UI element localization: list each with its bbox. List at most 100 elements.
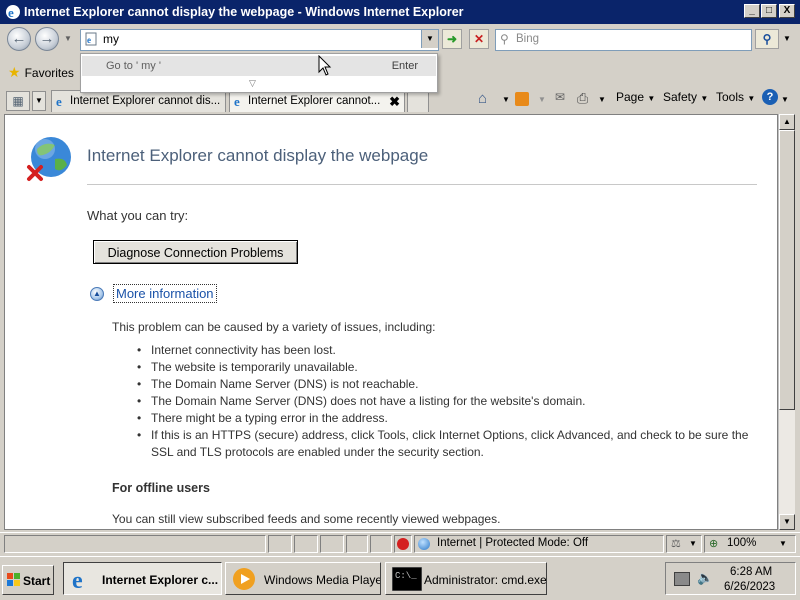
list-item: If this is an HTTPS (secure) address, cl…: [135, 427, 755, 461]
search-input[interactable]: ⚲ Bing: [495, 29, 752, 51]
go-button[interactable]: ➜: [442, 29, 462, 49]
clock-time[interactable]: 6:28 AM: [730, 566, 772, 578]
volume-icon[interactable]: 🔈: [697, 570, 713, 586]
svg-text:e: e: [72, 568, 83, 591]
close-tab-icon[interactable]: ✖: [389, 94, 400, 110]
address-dropdown-icon[interactable]: ▼: [421, 30, 438, 48]
taskbar-item-label: Internet Explorer c...: [102, 573, 219, 587]
svg-text:C:\_: C:\_: [395, 571, 417, 581]
diagnose-connection-button[interactable]: Diagnose Connection Problems: [93, 240, 298, 264]
ie-page-icon: e: [56, 94, 62, 108]
windows-flag-icon: [7, 573, 20, 586]
page-icon: e: [85, 32, 97, 46]
print-dropdown-icon[interactable]: ▼: [598, 95, 606, 104]
autocomplete-dropdown: Go to ' my ' Enter ▽: [80, 53, 438, 93]
tools-menu[interactable]: Tools ▼: [716, 90, 755, 104]
mail-icon[interactable]: ✉: [555, 90, 565, 104]
svg-text:e: e: [87, 35, 91, 45]
cause-list: Internet connectivity has been lost. The…: [135, 342, 755, 461]
window-title: Internet Explorer cannot display the web…: [24, 5, 464, 19]
tab-2[interactable]: e Internet Explorer cannot... ✖: [229, 90, 405, 112]
try-label: What you can try:: [87, 208, 189, 223]
favorites-button[interactable]: ★ Favorites: [8, 64, 74, 81]
safety-menu[interactable]: Safety ▼: [663, 90, 708, 104]
offline-heading: For offline users: [112, 481, 210, 495]
print-icon[interactable]: ⎙: [577, 90, 588, 107]
list-item: The Domain Name Server (DNS) does not ha…: [135, 393, 755, 410]
list-item: The website is temporarily unavailable.: [135, 359, 755, 376]
home-dropdown-icon[interactable]: ▼: [502, 95, 510, 104]
page-heading: Internet Explorer cannot display the web…: [87, 146, 429, 165]
help-icon[interactable]: ?: [762, 89, 778, 105]
page-menu[interactable]: Page ▼: [616, 90, 655, 104]
tab-list-button[interactable]: ▼: [32, 91, 46, 111]
search-button[interactable]: ⚲: [755, 29, 779, 49]
heading-divider: [87, 184, 757, 185]
list-item: The Domain Name Server (DNS) is not reac…: [135, 376, 755, 393]
expand-suggestions-icon[interactable]: ▽: [249, 78, 256, 89]
enter-hint: Enter: [391, 60, 418, 72]
internet-zone-icon: [418, 538, 430, 550]
tab-1[interactable]: e Internet Explorer cannot dis...: [51, 90, 226, 112]
feeds-icon[interactable]: [515, 92, 529, 106]
status-error-segment[interactable]: [394, 535, 412, 553]
chevron-down-icon: ▼: [647, 94, 656, 103]
address-input[interactable]: e my ▼: [80, 29, 439, 51]
scroll-up-icon[interactable]: ▲: [779, 114, 795, 130]
history-dropdown-icon[interactable]: ▼: [64, 34, 72, 43]
zoom-icon: ⊕: [709, 538, 719, 550]
autocomplete-goto-row[interactable]: Go to ' my ' Enter: [82, 56, 436, 76]
taskbar: Start e Internet Explorer c... Windows M…: [0, 556, 800, 600]
new-tab-button[interactable]: [407, 90, 429, 112]
svg-text:e: e: [234, 94, 240, 108]
minimize-button[interactable]: _: [744, 4, 760, 18]
help-dropdown-icon[interactable]: ▼: [781, 95, 789, 104]
go-arrow-icon: ➜: [446, 32, 458, 46]
page-content: Internet Explorer cannot display the web…: [4, 114, 778, 530]
list-item: Internet connectivity has been lost.: [135, 342, 755, 359]
close-button[interactable]: X: [779, 4, 795, 18]
search-options-dropdown-icon[interactable]: ▼: [780, 29, 794, 49]
zoom-dropdown-icon[interactable]: ▼: [779, 539, 787, 548]
page-menu-label: Page: [616, 90, 645, 104]
start-button[interactable]: Start: [2, 565, 54, 595]
ie-icon: e: [72, 568, 83, 591]
search-icon: ⚲: [500, 32, 509, 46]
ie-page-icon: e: [234, 94, 240, 108]
title-bar: e Internet Explorer cannot display the w…: [0, 0, 800, 24]
forward-button[interactable]: →: [35, 27, 59, 51]
feeds-dropdown-icon[interactable]: ▼: [538, 95, 546, 104]
svg-text:e: e: [8, 5, 14, 20]
clock-date[interactable]: 6/26/2023: [724, 581, 775, 593]
status-segment: [346, 535, 368, 553]
cmd-icon: C:\_: [392, 567, 422, 591]
tools-menu-label: Tools: [716, 90, 745, 104]
status-segment: [370, 535, 392, 553]
magnifier-icon: ⚲: [762, 32, 772, 46]
scroll-down-icon[interactable]: ▼: [779, 514, 795, 530]
list-item: There might be a typing error in the add…: [135, 410, 755, 427]
status-bar: Internet | Protected Mode: Off ⚖ ▼ ⊕ ▼ 1…: [0, 532, 800, 554]
forward-arrow-icon: →: [39, 30, 55, 47]
stop-x-icon: ✕: [473, 32, 485, 46]
collapse-info-icon[interactable]: ▲: [90, 287, 104, 301]
svg-text:e: e: [56, 94, 62, 108]
network-icon[interactable]: [674, 572, 690, 586]
ie-icon: e: [6, 5, 20, 20]
back-button[interactable]: ←: [7, 27, 31, 51]
taskbar-item-cmd[interactable]: C:\_ Administrator: cmd.exe: [385, 562, 547, 595]
status-segment: [320, 535, 344, 553]
more-information-link[interactable]: More information: [113, 284, 217, 303]
status-segment: [294, 535, 318, 553]
protected-mode-segment[interactable]: ⚖ ▼: [666, 535, 702, 553]
stop-button[interactable]: ✕: [469, 29, 489, 49]
taskbar-item-ie[interactable]: e Internet Explorer c...: [63, 562, 222, 595]
quick-tabs-button[interactable]: ▦: [6, 91, 30, 111]
maximize-button[interactable]: □: [761, 4, 777, 18]
scroll-thumb[interactable]: [779, 130, 795, 410]
star-icon: ★: [8, 64, 21, 80]
vertical-scrollbar[interactable]: ▲ ▼: [778, 114, 795, 530]
taskbar-item-media-player[interactable]: Windows Media Player: [225, 562, 381, 595]
back-arrow-icon: ←: [11, 30, 27, 47]
home-icon[interactable]: ⌂: [478, 90, 487, 107]
